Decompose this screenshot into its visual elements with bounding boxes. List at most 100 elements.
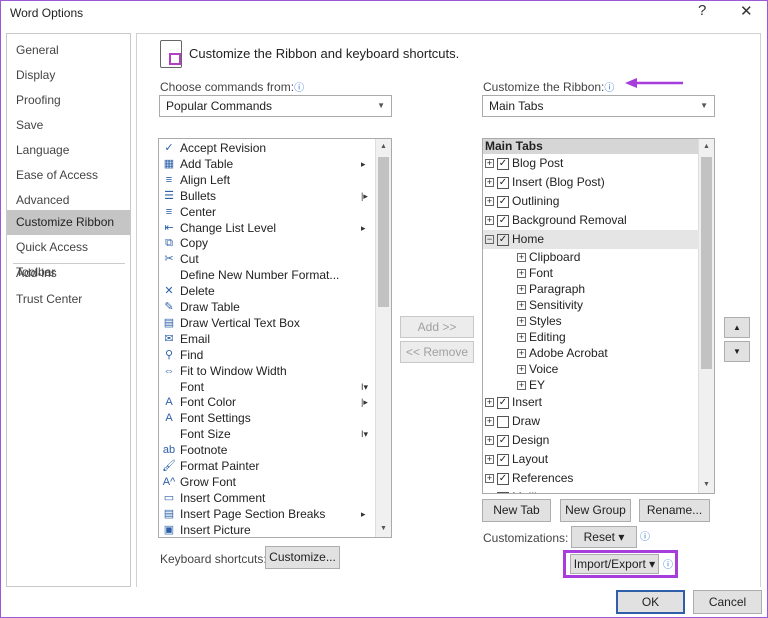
tree-item[interactable]: + ✓ Design (483, 431, 699, 450)
command-item[interactable]: ✂ Cut (159, 251, 375, 267)
scroll-down-icon[interactable]: ▼ (376, 521, 391, 537)
move-down-button[interactable]: ▼ (724, 341, 750, 362)
command-item[interactable]: ⇤ Change List Level ▸ (159, 220, 375, 236)
command-item[interactable]: 🖌 Format Painter (159, 458, 375, 474)
tree-item[interactable]: + Clipboard (483, 249, 699, 265)
sidebar-item-ease-of-access[interactable]: Ease of Access (7, 163, 130, 188)
tab-checkbox[interactable]: ✓ (497, 176, 509, 189)
sidebar-item-trust-center[interactable]: Trust Center (7, 287, 130, 312)
commands-list[interactable]: ▲ ▼ ✓ Accept Revision ▦ Add Table ▸ ≡ Align Lef… (158, 138, 392, 538)
move-up-button[interactable]: ▲ (724, 317, 750, 338)
choose-commands-select[interactable]: Popular Commands ▼ (159, 95, 392, 117)
add-button[interactable]: Add >> (400, 316, 474, 338)
tree-item[interactable]: + ✓ Insert (483, 393, 699, 412)
command-item[interactable]: Font I▾ (159, 379, 375, 395)
ok-button[interactable]: OK (616, 590, 685, 614)
expand-icon[interactable]: + (517, 301, 526, 311)
command-item[interactable]: ✕ Delete (159, 283, 375, 299)
tab-checkbox[interactable]: ✓ (497, 491, 509, 493)
command-item[interactable]: ▦ Add Table ▸ (159, 156, 375, 172)
command-item[interactable]: ☰ Bullets |▸ (159, 188, 375, 204)
tree-scrollbar[interactable]: ▲ ▼ (698, 139, 714, 493)
command-item[interactable]: ≡ Align Left (159, 172, 375, 188)
expand-icon[interactable]: + (487, 493, 492, 494)
tree-item[interactable]: + ✓ Background Removal (483, 211, 699, 230)
help-button[interactable]: ? (698, 2, 706, 19)
expand-icon[interactable]: + (485, 178, 494, 188)
command-item[interactable]: A Font Color |▸ (159, 394, 375, 410)
tab-checkbox[interactable]: ✓ (497, 453, 509, 466)
command-item[interactable]: ⇔ Fit to Window Width (159, 363, 375, 379)
sidebar-item-general[interactable]: General (7, 38, 130, 63)
command-item[interactable]: ▣ Insert Picture (159, 522, 375, 537)
expand-icon[interactable]: + (517, 285, 526, 295)
remove-button[interactable]: << Remove (400, 341, 474, 363)
tree-item[interactable]: + ✓ Blog Post (483, 154, 699, 173)
command-item[interactable]: A^ Grow Font (159, 474, 375, 490)
sidebar-item-save[interactable]: Save (7, 113, 130, 138)
sidebar-item-display[interactable]: Display (7, 63, 130, 88)
expand-icon[interactable]: + (485, 159, 494, 169)
customize-shortcuts-button[interactable]: Customize... (265, 546, 340, 569)
sidebar-item-proofing[interactable]: Proofing (7, 88, 130, 113)
tab-checkbox[interactable]: ✓ (497, 157, 509, 170)
expand-icon[interactable]: + (485, 474, 494, 484)
tab-checkbox[interactable]: ✓ (497, 472, 509, 485)
expand-icon[interactable]: + (517, 365, 526, 375)
command-item[interactable]: ✉ Email (159, 331, 375, 347)
import-export-button[interactable]: Import/Export ▾ (570, 554, 659, 574)
tree-item[interactable]: + Adobe Acrobat (483, 345, 699, 361)
tree-item[interactable]: + Paragraph (483, 281, 699, 297)
command-item[interactable]: Font Size I▾ (159, 426, 375, 442)
scroll-thumb[interactable] (378, 157, 389, 307)
scroll-down-icon[interactable]: ▼ (699, 477, 714, 493)
command-item[interactable]: ≡ Center (159, 204, 375, 220)
tab-checkbox[interactable]: ✓ (497, 214, 509, 227)
command-item[interactable]: A Font Settings (159, 410, 375, 426)
tree-item[interactable]: + Sensitivity (483, 297, 699, 313)
command-item[interactable]: ▤ Draw Vertical Text Box (159, 315, 375, 331)
close-button[interactable]: ✕ (740, 2, 753, 20)
scroll-thumb[interactable] (701, 157, 712, 369)
new-tab-button[interactable]: New Tab (482, 499, 551, 522)
tree-item[interactable]: + ✓ Layout (483, 450, 699, 469)
command-item[interactable]: ▤ Insert Page Section Breaks ▸ (159, 506, 375, 522)
expand-icon[interactable]: + (517, 253, 526, 263)
customize-ribbon-select[interactable]: Main Tabs ▼ (482, 95, 715, 117)
tree-item[interactable]: + ✓Mailings (483, 488, 699, 494)
tree-item[interactable]: − ✓ Home (483, 230, 699, 249)
command-item[interactable]: ⚲ Find (159, 347, 375, 363)
collapse-icon[interactable]: − (485, 235, 494, 245)
tab-checkbox[interactable]: ✓ (497, 233, 509, 246)
expand-icon[interactable]: + (485, 216, 494, 226)
tab-checkbox[interactable]: ✓ (497, 396, 509, 409)
expand-icon[interactable]: + (485, 436, 494, 446)
tree-item[interactable]: + ✓ References (483, 469, 699, 488)
command-item[interactable]: Define New Number Format... (159, 267, 375, 283)
sidebar-item-language[interactable]: Language (7, 138, 130, 163)
sidebar-item-add-ins[interactable]: Add-ins (7, 261, 130, 286)
sidebar-item-quick-access-toolbar[interactable]: Quick Access Toolbar (7, 235, 130, 279)
expand-icon[interactable]: + (485, 417, 494, 427)
tree-item[interactable]: + Draw (483, 412, 699, 431)
tree-item[interactable]: + Styles (483, 313, 699, 329)
command-item[interactable]: ab Footnote (159, 442, 375, 458)
cancel-button[interactable]: Cancel (693, 590, 762, 614)
expand-icon[interactable]: + (485, 197, 494, 207)
sidebar-item-customize-ribbon[interactable]: Customize Ribbon (7, 210, 130, 235)
expand-icon[interactable]: + (517, 269, 526, 279)
tree-item[interactable]: + ✓ Insert (Blog Post) (483, 173, 699, 192)
command-item[interactable]: ✎ Draw Table (159, 299, 375, 315)
expand-icon[interactable]: + (517, 317, 526, 327)
expand-icon[interactable]: + (517, 381, 526, 391)
reset-button[interactable]: Reset ▾ (571, 526, 637, 548)
tab-checkbox[interactable]: ✓ (497, 195, 509, 208)
tree-item[interactable]: + ✓ Outlining (483, 192, 699, 211)
expand-icon[interactable]: + (517, 349, 526, 359)
expand-icon[interactable]: + (517, 333, 526, 343)
new-group-button[interactable]: New Group (560, 499, 631, 522)
scroll-up-icon[interactable]: ▲ (699, 139, 714, 155)
command-item[interactable]: ▭ Insert Comment (159, 490, 375, 506)
tree-item[interactable]: + EY (483, 377, 699, 393)
commands-scrollbar[interactable]: ▲ ▼ (375, 139, 391, 537)
